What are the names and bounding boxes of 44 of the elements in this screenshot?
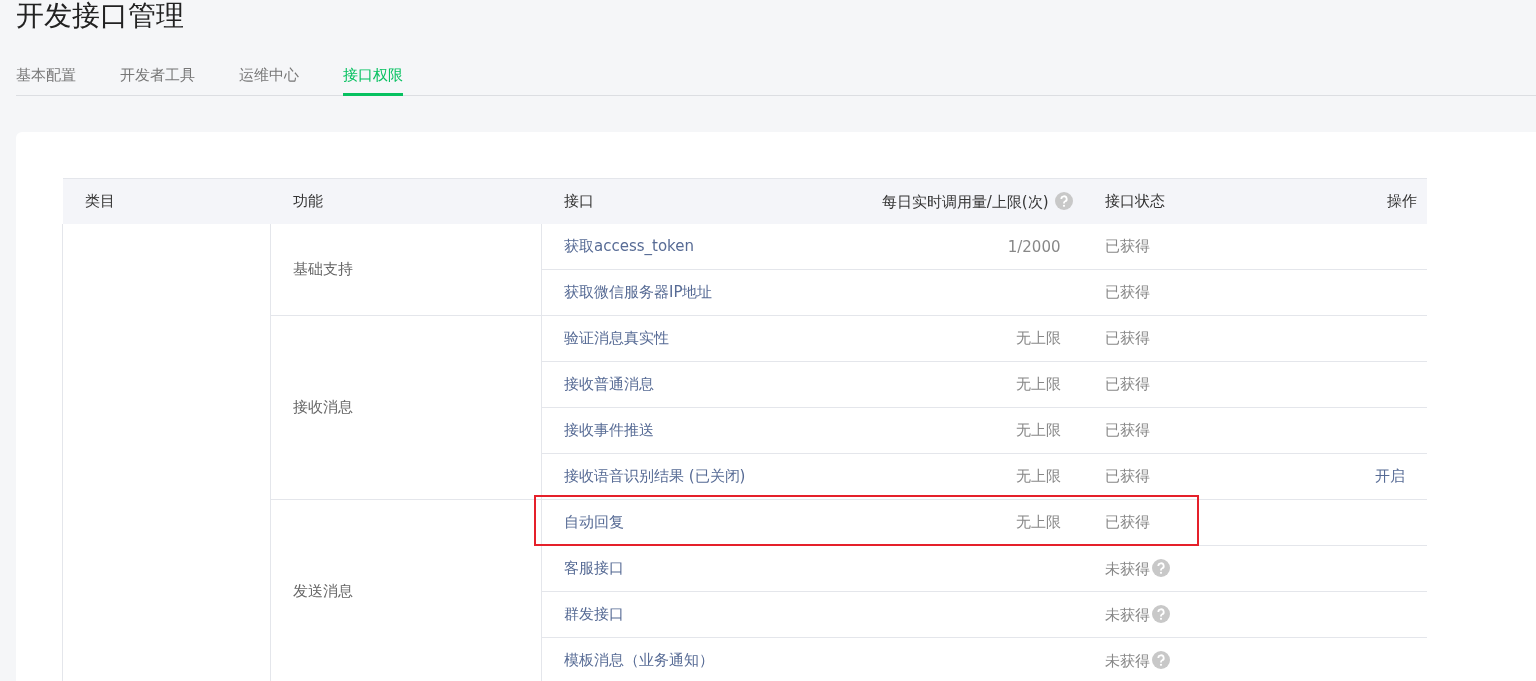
- status-text: 已获得: [1104, 467, 1150, 485]
- api-link[interactable]: 获取access_token: [564, 237, 694, 255]
- tab[interactable]: 基本配置: [16, 66, 76, 96]
- column-header: 接口状态: [1104, 192, 1165, 210]
- quota-value: 无上限: [1015, 421, 1061, 439]
- column-header: 接口: [563, 192, 594, 210]
- quota-value: 无上限: [1015, 467, 1061, 485]
- status-text: 已获得: [1104, 237, 1150, 255]
- function-label: 基础支持: [293, 260, 353, 278]
- api-link[interactable]: 验证消息真实性: [564, 329, 669, 347]
- api-link[interactable]: 客服接口: [564, 559, 624, 577]
- help-icon[interactable]: [1151, 558, 1170, 577]
- status-text: 已获得: [1104, 375, 1150, 393]
- column-header: 操作: [1386, 192, 1417, 210]
- quota-value: 无上限: [1015, 375, 1061, 393]
- status-text: 已获得: [1104, 513, 1150, 531]
- api-link[interactable]: 模板消息（业务通知）: [564, 651, 714, 669]
- page-title: 开发接口管理: [16, 0, 185, 32]
- api-link[interactable]: 自动回复: [564, 513, 624, 531]
- status-text: 已获得: [1104, 283, 1150, 301]
- enable-link[interactable]: 开启: [1374, 467, 1405, 485]
- api-link[interactable]: 接收普通消息: [564, 375, 654, 393]
- tab[interactable]: 开发者工具: [120, 66, 195, 96]
- quota-value: 无上限: [1015, 329, 1061, 347]
- status-text: 未获得: [1104, 559, 1150, 578]
- column-header: 类目: [84, 192, 115, 210]
- help-icon[interactable]: [1151, 604, 1170, 623]
- status-text: 未获得: [1104, 651, 1150, 670]
- quota-value: 1/2000: [1007, 237, 1061, 256]
- column-header: 功能: [292, 192, 323, 210]
- status-text: 已获得: [1104, 329, 1150, 347]
- status-text: 已获得: [1104, 421, 1150, 439]
- help-icon[interactable]: [1151, 650, 1170, 669]
- api-link[interactable]: 接收事件推送: [564, 421, 654, 439]
- api-link[interactable]: 群发接口: [564, 605, 624, 623]
- tab[interactable]: 运维中心: [239, 66, 299, 96]
- status-text: 未获得: [1104, 605, 1150, 624]
- quota-value: 无上限: [1015, 513, 1061, 531]
- function-label: 发送消息: [293, 582, 353, 600]
- help-icon[interactable]: [1054, 191, 1073, 210]
- column-header: 每日实时调用量/上限(次): [881, 192, 1049, 211]
- api-link[interactable]: 获取微信服务器IP地址: [564, 283, 713, 301]
- function-label: 接收消息: [293, 398, 353, 416]
- api-link[interactable]: 接收语音识别结果 (已关闭): [564, 467, 746, 485]
